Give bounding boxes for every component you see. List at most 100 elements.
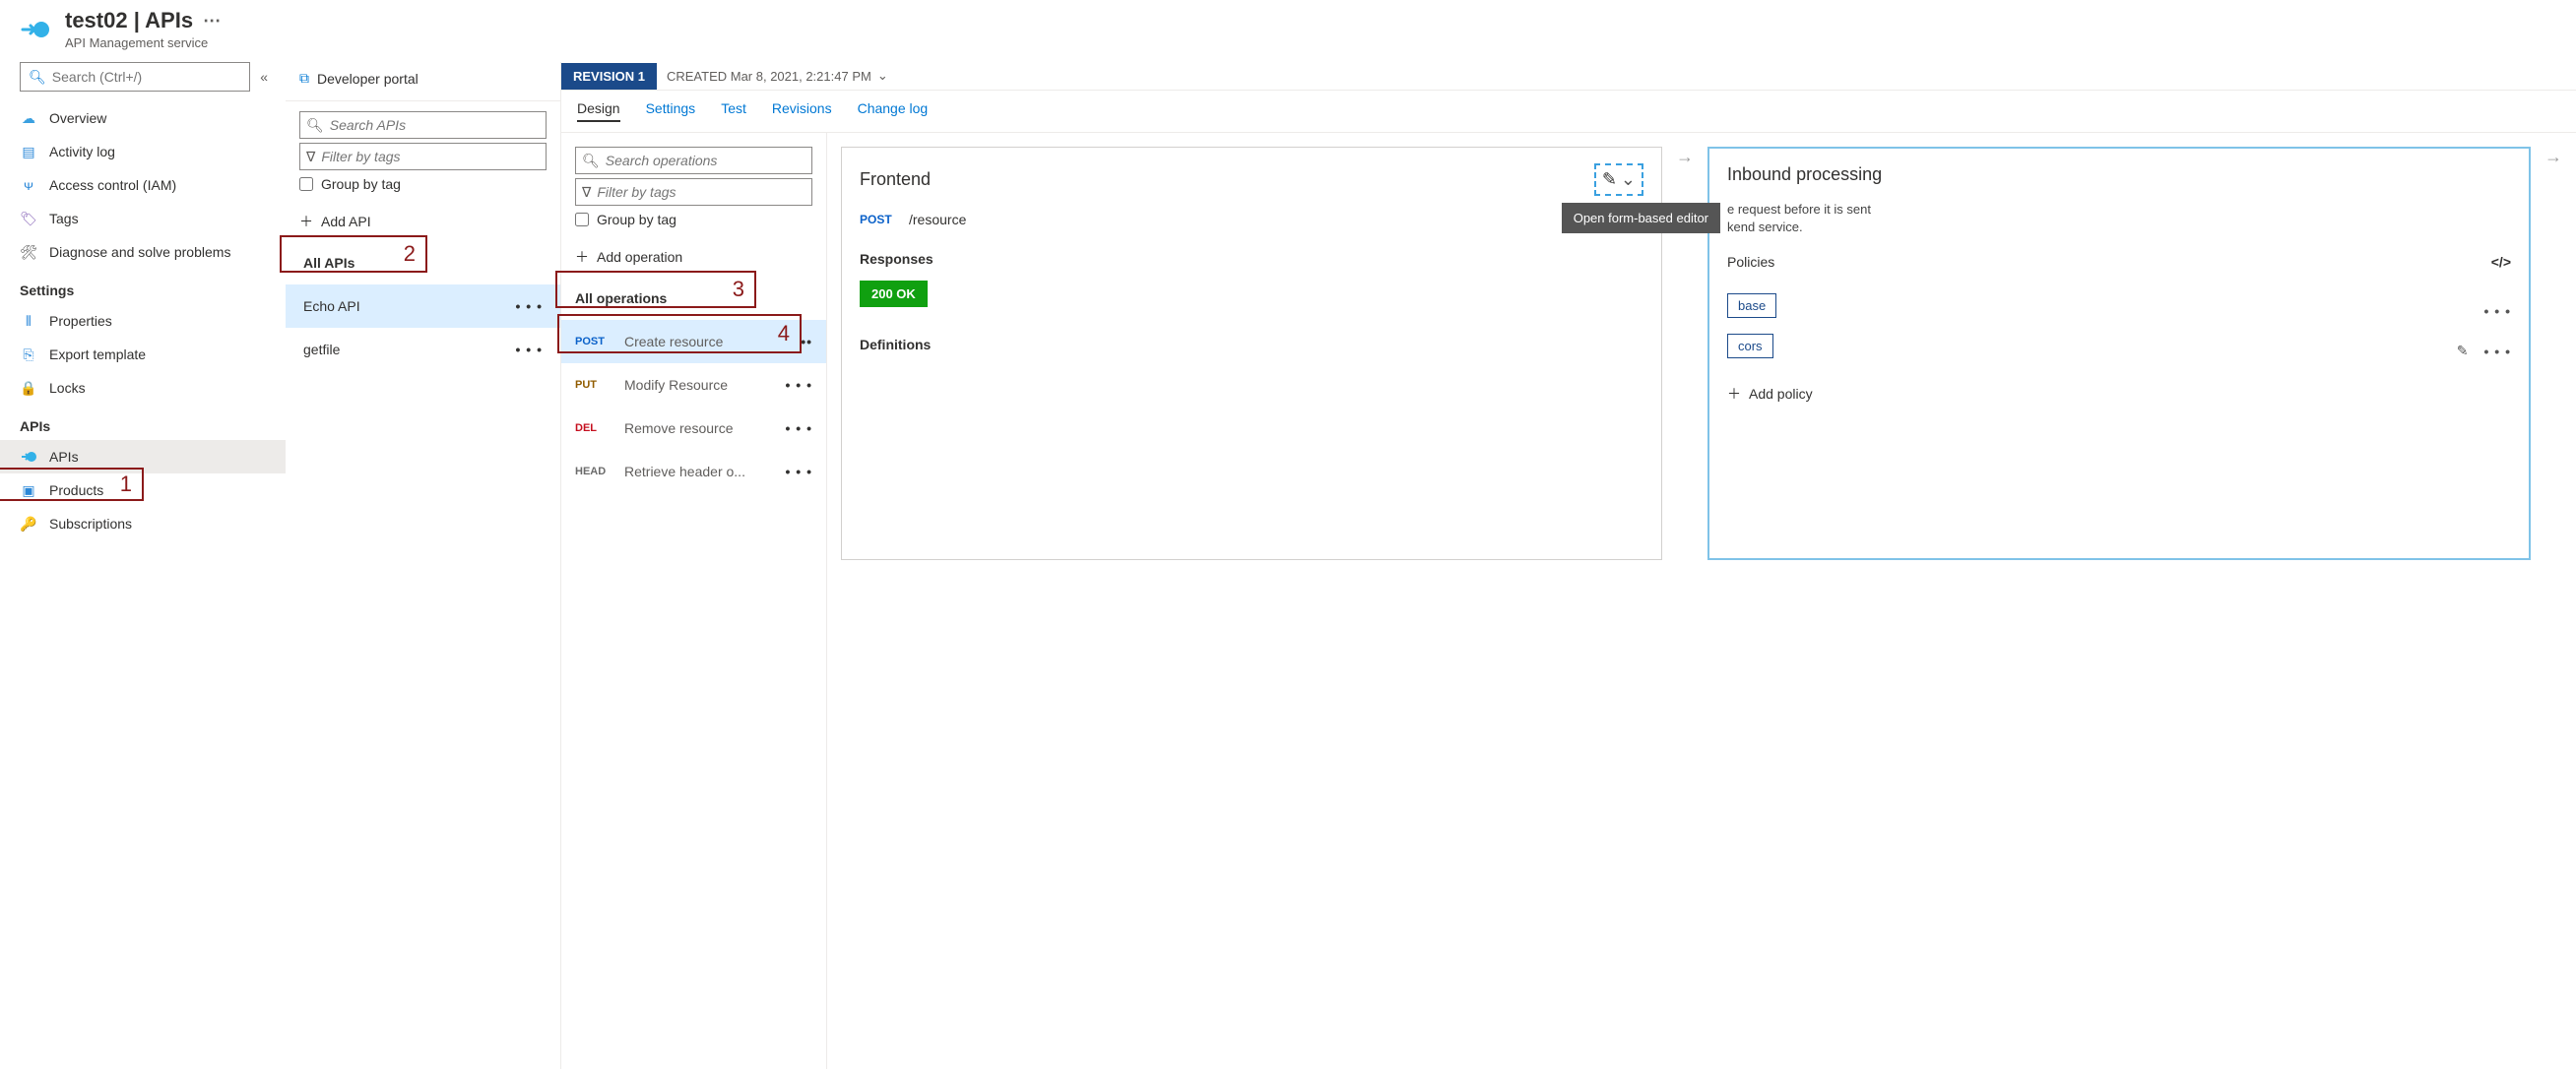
filter-operations-input[interactable]: [597, 184, 805, 200]
search-operations-box[interactable]: 🔍︎: [575, 147, 812, 174]
operation-remove-resource[interactable]: DEL Remove resource • • •: [561, 407, 826, 450]
header-more-icon[interactable]: ⋯: [203, 11, 221, 31]
operation-create-resource[interactable]: POST Create resource •• 4: [561, 320, 826, 363]
annotation-4: 4: [778, 321, 790, 346]
method-badge: POST: [575, 336, 614, 347]
add-policy-label: Add policy: [1749, 386, 1813, 402]
plus-icon: ＋: [299, 212, 313, 231]
arrow-icon: →: [2544, 147, 2562, 167]
add-operation-label: Add operation: [597, 249, 682, 265]
nav-diagnose[interactable]: 🛠Diagnose and solve problems: [0, 235, 286, 269]
filter-tags-box[interactable]: ∇: [299, 143, 547, 170]
operation-menu-icon[interactable]: • • •: [786, 464, 812, 479]
nav-tags-label: Tags: [49, 211, 79, 226]
tab-test[interactable]: Test: [721, 100, 746, 122]
api-item-menu-icon[interactable]: • • •: [516, 298, 543, 314]
tab-design[interactable]: Design: [577, 100, 620, 122]
operation-menu-icon[interactable]: • • •: [786, 420, 812, 436]
page-title: test02 | APIs: [65, 8, 193, 33]
api-item-getfile[interactable]: getfile • • •: [286, 328, 560, 371]
page-subtitle: API Management service: [65, 35, 221, 50]
revision-bar: REVISION 1 CREATED Mar 8, 2021, 2:21:47 …: [561, 62, 2576, 91]
nav-activity-label: Activity log: [49, 144, 115, 159]
nav-overview[interactable]: ☁Overview: [0, 101, 286, 135]
collapse-nav-icon[interactable]: «: [260, 69, 268, 85]
all-operations-item[interactable]: All operations 3: [561, 277, 826, 320]
getfile-label: getfile: [303, 342, 340, 357]
operation-menu-icon[interactable]: ••: [801, 334, 812, 349]
revision-created-label: CREATED Mar 8, 2021, 2:21:47 PM: [667, 69, 871, 84]
nav-access-control[interactable]: ᴪAccess control (IAM): [0, 168, 286, 202]
definitions-heading: Definitions: [860, 337, 1643, 352]
search-icon: 🔍︎: [29, 69, 46, 86]
op-group-label: Group by tag: [597, 212, 676, 227]
nav-iam-label: Access control (IAM): [49, 177, 176, 193]
frontend-edit-button[interactable]: ✎ ⌄: [1594, 163, 1643, 196]
nav-subscriptions[interactable]: 🔑Subscriptions: [0, 507, 286, 540]
policy-cors[interactable]: cors: [1727, 334, 1773, 358]
annotation-2: 2: [404, 241, 416, 267]
policies-heading: Policies: [1727, 254, 1774, 270]
nav-tags[interactable]: 🏷 Tags: [0, 202, 286, 235]
chevron-down-icon: ⌄: [877, 68, 888, 84]
all-apis-label: All APIs: [303, 255, 354, 271]
pencil-icon[interactable]: ✎: [2457, 343, 2469, 359]
policy-menu-icon[interactable]: • • •: [2484, 303, 2511, 319]
op-group-checkbox[interactable]: [575, 213, 589, 226]
left-nav: 🔍︎ « ☁Overview ▤ Activity log ᴪAccess con…: [0, 62, 286, 1069]
method-badge: PUT: [575, 379, 614, 391]
tab-changelog[interactable]: Change log: [858, 100, 929, 122]
tab-revisions[interactable]: Revisions: [772, 100, 832, 122]
nav-diagnose-label: Diagnose and solve problems: [49, 244, 230, 260]
nav-products[interactable]: ▣ Products 1: [0, 473, 286, 507]
nav-locks[interactable]: 🔒Locks: [0, 371, 286, 405]
filter-tags-input[interactable]: [321, 149, 540, 164]
external-link-icon: ⧉: [299, 70, 309, 87]
right-pane: REVISION 1 CREATED Mar 8, 2021, 2:21:47 …: [561, 62, 2576, 1069]
add-operation-button[interactable]: ＋ Add operation: [561, 237, 826, 277]
policy-base[interactable]: base: [1727, 293, 1776, 318]
tag-icon: 🏷: [20, 210, 37, 227]
add-policy-button[interactable]: ＋ Add policy: [1727, 374, 2511, 413]
nav-overview-label: Overview: [49, 110, 106, 126]
filter-operations-box[interactable]: ∇: [575, 178, 812, 206]
nav-activity-log[interactable]: ▤ Activity log: [0, 135, 286, 168]
code-icon[interactable]: </>: [2491, 254, 2511, 270]
properties-icon: ⦀: [20, 312, 37, 330]
nav-apis[interactable]: APIs: [0, 440, 286, 473]
api-item-menu-icon[interactable]: • • •: [516, 342, 543, 357]
operation-retrieve-header[interactable]: HEAD Retrieve header o... • • •: [561, 450, 826, 493]
operation-label: Retrieve header o...: [624, 464, 745, 479]
nav-search-input[interactable]: [52, 69, 241, 85]
operation-menu-icon[interactable]: • • •: [786, 377, 812, 393]
all-apis-item[interactable]: All APIs 2: [286, 241, 560, 284]
revision-created[interactable]: CREATED Mar 8, 2021, 2:21:47 PM ⌄: [657, 62, 898, 90]
op-group-by-tag[interactable]: Group by tag: [561, 206, 826, 237]
method-badge: POST: [860, 213, 899, 226]
nav-search-box[interactable]: 🔍︎: [20, 62, 250, 92]
search-apis-box[interactable]: 🔍︎: [299, 111, 547, 139]
search-apis-input[interactable]: [330, 117, 540, 133]
frontend-title: Frontend: [860, 169, 931, 190]
annotation-1: 1: [120, 472, 132, 497]
nav-export-template[interactable]: ⎘Export template: [0, 338, 286, 371]
developer-portal-link[interactable]: ⧉ Developer portal: [286, 62, 560, 101]
tab-settings[interactable]: Settings: [646, 100, 696, 122]
add-api-button[interactable]: ＋ Add API: [286, 202, 560, 241]
policy-menu-icon[interactable]: • • •: [2484, 344, 2511, 359]
method-badge: HEAD: [575, 466, 614, 477]
api-item-echo[interactable]: Echo API • • •: [286, 284, 560, 328]
nav-properties[interactable]: ⦀ Properties: [0, 304, 286, 338]
nav-properties-label: Properties: [49, 313, 112, 329]
apim-service-icon: [20, 14, 51, 45]
search-operations-input[interactable]: [606, 153, 805, 168]
group-by-tag-checkbox[interactable]: [299, 177, 313, 191]
operation-label: Modify Resource: [624, 377, 728, 393]
group-by-tag-row[interactable]: Group by tag: [286, 170, 560, 202]
nav-heading-settings: Settings: [0, 269, 286, 304]
group-by-tag-label: Group by tag: [321, 176, 401, 192]
operation-modify-resource[interactable]: PUT Modify Resource • • •: [561, 363, 826, 407]
key-icon: 🔑: [20, 515, 37, 533]
log-icon: ▤: [20, 143, 37, 160]
design-tabs: Design Settings Test Revisions Change lo…: [561, 91, 2576, 133]
